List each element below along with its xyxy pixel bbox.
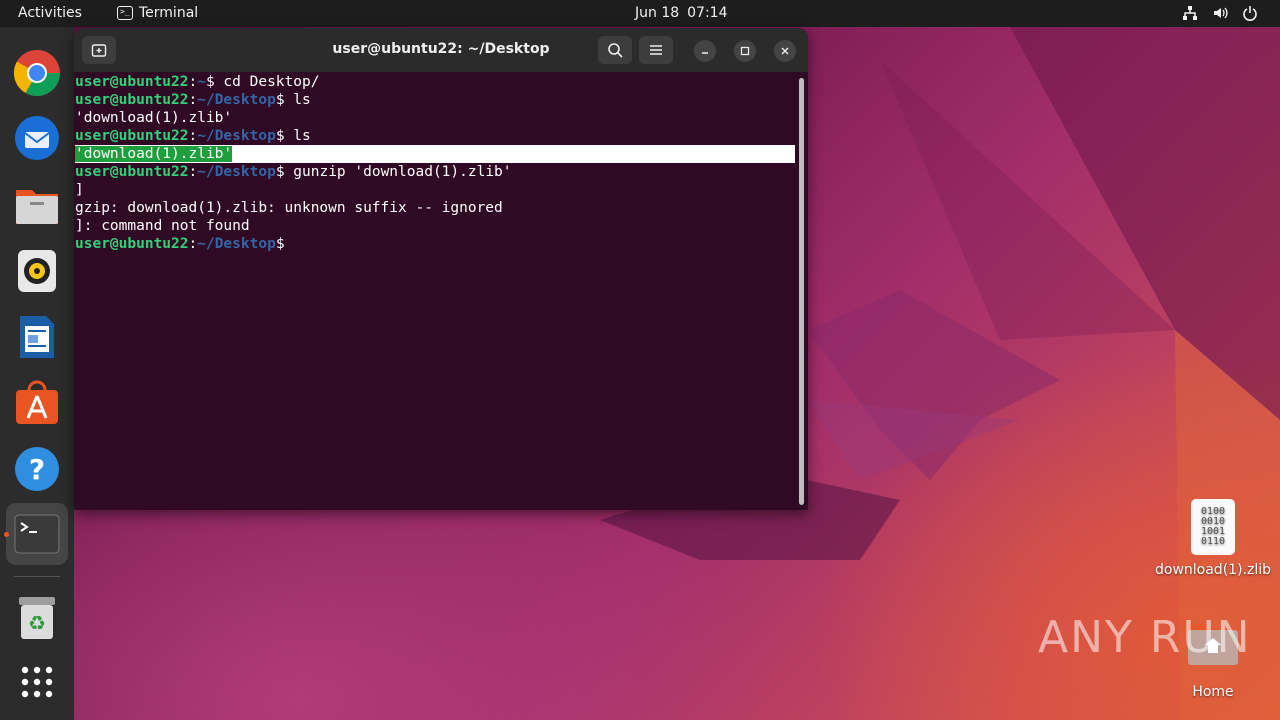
dock: ? ♻ — [0, 27, 74, 720]
search-button[interactable] — [598, 36, 632, 64]
desktop-file-label: download(1).zlib — [1155, 562, 1271, 578]
prompt-user: user@ubuntu22 — [75, 92, 189, 108]
terminal-output[interactable]: user@ubuntu22:~$ cd Desktop/ user@ubuntu… — [74, 73, 796, 510]
terminal-icon[interactable] — [12, 509, 62, 559]
minimize-button[interactable] — [694, 40, 716, 62]
command-text: cd Desktop/ — [214, 74, 320, 90]
terminal-line: user@ubuntu22:~/Desktop$ ls — [75, 128, 311, 144]
menu-button[interactable] — [639, 36, 673, 64]
search-icon — [608, 43, 623, 58]
app-center-icon[interactable] — [12, 378, 62, 428]
terminal-line: ] — [75, 181, 796, 199]
running-indicator — [4, 532, 9, 537]
app-menu[interactable]: >_ Terminal — [117, 5, 198, 21]
prompt-path: ~/Desktop — [197, 236, 276, 252]
output-text: gzip: download(1).zlib: unknown suffix -… — [75, 200, 503, 216]
maximize-icon — [740, 46, 750, 56]
thunderbird-icon[interactable] — [12, 113, 62, 163]
terminal-window[interactable]: user@ubuntu22: ~/Desktop user@ubuntu22:~… — [74, 28, 808, 510]
selected-line: 'download(1).zlib' — [75, 145, 795, 163]
close-button[interactable] — [774, 40, 796, 62]
prompt-path: ~/Desktop — [197, 128, 276, 144]
terminal-titlebar[interactable]: user@ubuntu22: ~/Desktop — [74, 28, 808, 72]
app-menu-label: Terminal — [139, 5, 199, 21]
terminal-line: user@ubuntu22:~/Desktop$ gunzip 'downloa… — [75, 164, 512, 180]
activities-button[interactable]: Activities — [18, 5, 82, 21]
terminal-line: user@ubuntu22:~$ cd Desktop/ — [75, 74, 320, 90]
desktop-file-zlib[interactable]: 0100 0010 1001 0110 download(1).zlib — [1152, 499, 1274, 578]
terminal-line: ]: command not found — [75, 217, 796, 235]
output-text: ] — [75, 182, 84, 198]
minimize-icon — [702, 52, 708, 54]
prompt-user: user@ubuntu22 — [75, 164, 189, 180]
terminal-line: user@ubuntu22:~/Desktop$ ls — [75, 92, 311, 108]
command-text: ls — [284, 128, 311, 144]
files-icon[interactable] — [12, 180, 62, 230]
terminal-line: 'download(1).zlib' — [75, 109, 796, 127]
clock[interactable]: Jun 18 07:14 — [635, 5, 728, 21]
help-icon[interactable]: ? — [12, 444, 62, 494]
maximize-button[interactable] — [734, 40, 756, 62]
watermark-text: ANY RUN — [1038, 612, 1252, 663]
prompt-user: user@ubuntu22 — [75, 236, 189, 252]
date-label: Jun 18 — [635, 5, 680, 21]
command-text: ls — [284, 92, 311, 108]
chrome-icon[interactable] — [12, 48, 62, 98]
power-icon — [1243, 6, 1257, 21]
output-text: 'download(1).zlib' — [75, 110, 233, 126]
command-text: gunzip 'download(1).zlib' — [284, 164, 512, 180]
anyrun-watermark: ANY RUN — [1038, 612, 1252, 663]
volume-icon — [1214, 7, 1228, 19]
prompt-path: ~ — [197, 74, 206, 90]
top-bar: Activities >_ Terminal Jun 18 07:14 — [0, 0, 1280, 27]
terminal-scrollbar[interactable] — [799, 78, 804, 505]
trash-icon[interactable]: ♻ — [12, 593, 62, 643]
terminal-line: gzip: download(1).zlib: unknown suffix -… — [75, 199, 796, 217]
writer-icon[interactable] — [12, 312, 62, 362]
svg-text:♻: ♻ — [28, 611, 46, 635]
home-label: Home — [1192, 684, 1234, 700]
svg-text:?: ? — [29, 453, 45, 486]
hamburger-icon — [650, 45, 662, 55]
binary-file-icon: 0100 0010 1001 0110 — [1191, 499, 1235, 555]
output-text: ]: command not found — [75, 218, 250, 234]
terminal-line: user@ubuntu22:~/Desktop$ — [75, 236, 285, 252]
prompt-path: ~/Desktop — [197, 164, 276, 180]
dock-separator — [14, 576, 60, 577]
prompt-user: user@ubuntu22 — [75, 128, 189, 144]
prompt-user: user@ubuntu22 — [75, 74, 189, 90]
close-icon — [781, 47, 789, 55]
prompt-path: ~/Desktop — [197, 92, 276, 108]
time-label: 07:14 — [687, 5, 728, 21]
show-apps-icon[interactable] — [12, 657, 62, 707]
selected-output-text: 'download(1).zlib' — [75, 146, 233, 162]
network-icon — [1183, 6, 1197, 20]
terminal-icon: >_ — [117, 6, 133, 20]
system-tray[interactable] — [1182, 5, 1258, 21]
rhythmbox-icon[interactable] — [12, 246, 62, 296]
